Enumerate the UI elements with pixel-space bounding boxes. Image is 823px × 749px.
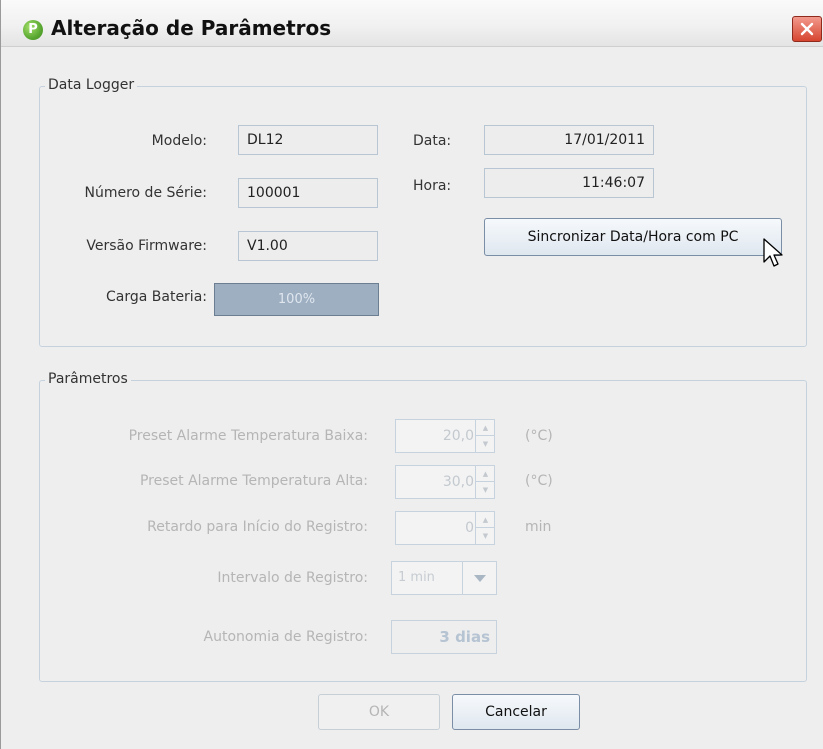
data-logger-group [39, 86, 807, 347]
spin-down-icon[interactable]: ▼ [476, 528, 495, 544]
autonomia-label: Autonomia de Registro: [203, 629, 368, 645]
preset-alta-label: Preset Alarme Temperatura Alta: [139, 473, 368, 489]
preset-alta-arrows: ▲ ▼ [475, 466, 495, 498]
versao-firmware-label: Versão Firmware: [86, 238, 207, 254]
preset-baixa-value[interactable]: 20,0 [396, 420, 474, 452]
spin-up-icon[interactable]: ▲ [476, 420, 495, 436]
retardo-value[interactable]: 0 [396, 512, 474, 544]
spin-up-icon[interactable]: ▲ [476, 466, 495, 482]
retardo-spinner[interactable]: 0 ▲ ▼ [395, 511, 495, 545]
sync-datetime-button[interactable]: Sincronizar Data/Hora com PC [484, 218, 782, 256]
retardo-label: Retardo para Início do Registro: [147, 519, 368, 535]
hora-label: Hora: [413, 178, 452, 194]
carga-bateria-label: Carga Bateria: [105, 289, 207, 305]
ok-button[interactable]: OK [318, 694, 440, 730]
preset-baixa-spinner[interactable]: 20,0 ▲ ▼ [395, 419, 495, 453]
modelo-label: Modelo: [151, 133, 207, 149]
hora-field: 11:46:07 [484, 168, 654, 198]
title-bar[interactable]: P Alteração de Parâmetros [1, 0, 823, 47]
battery-text: 100% [277, 292, 316, 307]
close-button[interactable] [792, 16, 822, 42]
intervalo-label: Intervalo de Registro: [217, 570, 368, 586]
spin-down-icon[interactable]: ▼ [476, 436, 495, 452]
preset-alta-value[interactable]: 30,0 [396, 466, 474, 498]
retardo-arrows: ▲ ▼ [475, 512, 495, 544]
data-logger-group-title: Data Logger [45, 77, 138, 93]
intervalo-select[interactable]: 1 min [391, 561, 497, 595]
mouse-pointer-icon [763, 238, 783, 267]
autonomia-field: 3 dias [391, 620, 497, 654]
intervalo-dropdown-button[interactable] [462, 562, 497, 594]
preset-baixa-label: Preset Alarme Temperatura Baixa: [128, 428, 368, 444]
preset-alta-unit: (°C) [525, 473, 553, 489]
parametros-group-title: Parâmetros [45, 371, 131, 387]
numero-serie-field: 100001 [238, 178, 378, 208]
preset-alta-spinner[interactable]: 30,0 ▲ ▼ [395, 465, 495, 499]
preset-baixa-unit: (°C) [525, 428, 553, 444]
spin-up-icon[interactable]: ▲ [476, 512, 495, 528]
chevron-down-icon [474, 575, 486, 582]
preset-baixa-arrows: ▲ ▼ [475, 420, 495, 452]
data-field: 17/01/2011 [484, 125, 654, 155]
numero-serie-label: Número de Série: [84, 185, 208, 201]
cancel-button[interactable]: Cancelar [452, 694, 580, 730]
data-label: Data: [413, 133, 452, 149]
modelo-field: DL12 [238, 125, 378, 155]
spin-down-icon[interactable]: ▼ [476, 482, 495, 498]
versao-firmware-field: V1.00 [238, 231, 378, 261]
battery-progress-bar: 100% [214, 283, 379, 316]
dialog-window: P Alteração de Parâmetros Data Logger Mo… [0, 0, 823, 749]
intervalo-selected-value: 1 min [398, 570, 435, 585]
window-title: Alteração de Parâmetros [51, 16, 332, 40]
close-icon [800, 22, 814, 36]
retardo-unit: min [525, 519, 552, 535]
app-logo-icon: P [23, 20, 43, 40]
